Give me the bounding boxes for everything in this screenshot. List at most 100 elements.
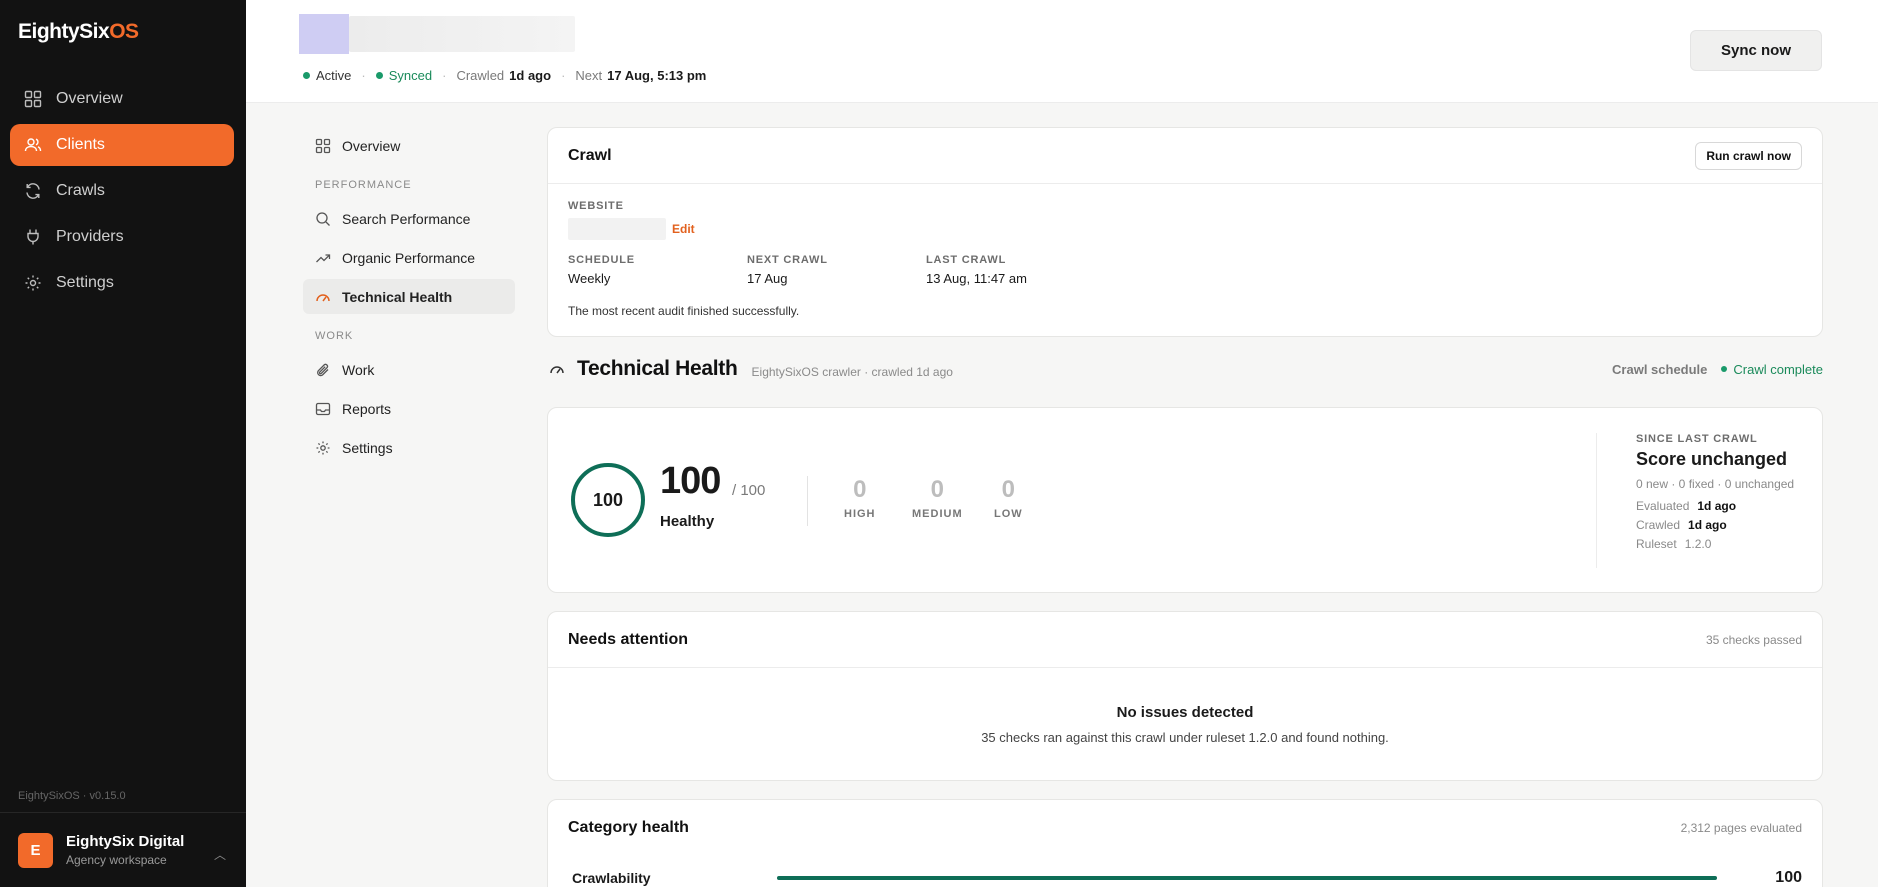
nav-label: Providers xyxy=(56,228,124,245)
nav-item-clients[interactable]: Clients xyxy=(10,124,234,166)
score-max: / 100 xyxy=(732,482,766,499)
last-crawl-label: LAST CRAWL xyxy=(926,254,1007,266)
subnav-item-search-performance[interactable]: Search Performance xyxy=(303,201,515,236)
medium-count: 0 xyxy=(930,476,944,503)
crawl-card: Crawl Run crawl now WEBSITE Edit SCHEDUL… xyxy=(547,127,1823,337)
brand-logo[interactable]: EightySixOS xyxy=(18,20,139,44)
nav-label: Overview xyxy=(56,90,123,107)
crawled-label: Crawled xyxy=(1636,518,1681,532)
technical-health-heading: Technical Health EightySixOS crawler · c… xyxy=(547,351,1823,387)
score-ring: 100 xyxy=(571,463,645,537)
crawl-schedule-row: SCHEDULE Weekly NEXT CRAWL 17 Aug LAST C… xyxy=(568,254,1802,286)
pages-evaluated-count: 2,312 pages evaluated xyxy=(1680,821,1802,835)
subnav-label: Reports xyxy=(342,400,392,417)
subnav-label: Settings xyxy=(342,439,393,456)
medium-label: MEDIUM xyxy=(912,508,963,520)
sync-now-button[interactable]: Sync now xyxy=(1690,30,1822,71)
score-value: 100 xyxy=(660,460,721,502)
next-label: Next xyxy=(575,68,603,83)
severity-low: 0 LOW xyxy=(994,476,1023,520)
app-version: EightySixOS · v0.15.0 xyxy=(18,790,126,802)
subnav-item-settings[interactable]: Settings xyxy=(303,430,515,465)
evaluated-row: Evaluated 1d ago xyxy=(1636,499,1794,513)
category-row: Crawlability 100 xyxy=(548,856,1822,887)
crawl-complete-label: Crawl complete xyxy=(1733,361,1823,377)
technical-health-actions: Crawl schedule Crawl complete xyxy=(1612,362,1823,377)
checks-passed-count: 35 checks passed xyxy=(1705,632,1802,647)
empty-state-title: No issues detected xyxy=(1116,703,1254,721)
last-crawl-value: 13 Aug, 11:47 am xyxy=(926,271,1027,286)
nav-label: Crawls xyxy=(56,182,105,199)
low-count: 0 xyxy=(1001,476,1016,503)
refresh-icon xyxy=(26,183,40,199)
subnav-item-overview[interactable]: Overview xyxy=(303,128,515,163)
workspace-name: EightySix Digital xyxy=(66,833,185,850)
subnav-label: Technical Health xyxy=(342,288,453,305)
evaluated-label: Evaluated xyxy=(1636,499,1690,513)
users-icon xyxy=(24,138,42,152)
subnav-section-performance: PERFORMANCE xyxy=(315,179,412,191)
run-crawl-button[interactable]: Run crawl now xyxy=(1695,141,1802,170)
main-nav: Overview Clients Crawls Providers Settin… xyxy=(10,78,234,308)
last-crawl-column: LAST CRAWL 13 Aug, 11:47 am xyxy=(926,254,1105,286)
since-headline: Score unchanged xyxy=(1636,449,1788,469)
needs-attention-title: Needs attention xyxy=(568,630,689,648)
nav-item-providers[interactable]: Providers xyxy=(10,216,234,258)
plug-icon xyxy=(27,229,39,245)
subnav-item-work[interactable]: Work xyxy=(303,352,515,387)
category-bar-fill xyxy=(777,876,1718,880)
synced-status-dot xyxy=(375,72,383,79)
workspace-switcher[interactable]: E EightySix Digital Agency workspace ︿ xyxy=(0,812,246,887)
sidebar: EightySixOS Overview Clients Crawls Prov… xyxy=(0,0,246,887)
search-icon xyxy=(316,211,330,226)
brand-accent: OS xyxy=(109,20,139,43)
crawl-status-note: The most recent audit finished successfu… xyxy=(568,304,800,318)
category-bar-track xyxy=(777,876,1718,880)
subnav-item-reports[interactable]: Reports xyxy=(303,391,515,426)
subnav-label: Work xyxy=(342,361,375,378)
website-url-redacted xyxy=(568,218,666,240)
category-health-card: Category health 2,312 pages evaluated Cr… xyxy=(547,799,1823,887)
crawl-card-header: Crawl Run crawl now xyxy=(548,128,1822,184)
status-active: Active xyxy=(316,68,352,83)
workspace-subtitle: Agency workspace xyxy=(66,853,167,867)
brand-name: EightySix xyxy=(18,20,110,43)
ruleset-row: Ruleset 1.2.0 xyxy=(1636,537,1794,551)
nav-item-crawls[interactable]: Crawls xyxy=(10,170,234,212)
gauge-icon xyxy=(550,366,564,374)
since-last-crawl: SINCE LAST CRAWL Score unchanged 0 new ·… xyxy=(1636,433,1794,551)
crawl-card-body: WEBSITE Edit SCHEDULE Weekly NEXT CRAWL … xyxy=(548,184,1822,336)
category-score: 100 xyxy=(1775,869,1802,886)
subnav-item-organic-performance[interactable]: Organic Performance xyxy=(303,240,515,275)
subnav-label: Overview xyxy=(342,137,401,154)
high-count: 0 xyxy=(853,476,867,503)
divider xyxy=(1596,433,1597,568)
main-content: Crawl Run crawl now WEBSITE Edit SCHEDUL… xyxy=(547,127,1823,887)
separator: · xyxy=(361,68,366,83)
subnav-label: Search Performance xyxy=(342,210,471,227)
score-card: 100 100 / 100 Healthy 0 HIGH 0 MEDIUM 0 … xyxy=(547,407,1823,593)
client-header: Active · Synced · Crawled 1d ago · Next 17… xyxy=(246,0,1878,103)
schedule-label: SCHEDULE xyxy=(568,254,635,266)
status-synced: Synced xyxy=(388,68,433,83)
since-label: SINCE LAST CRAWL xyxy=(1636,433,1758,445)
edit-website-link[interactable]: Edit xyxy=(672,222,695,236)
page-title: Technical Health xyxy=(577,357,738,380)
needs-attention-card: Needs attention 35 checks passed No issu… xyxy=(547,611,1823,781)
client-logo xyxy=(299,14,349,54)
nav-item-overview[interactable]: Overview xyxy=(10,78,234,120)
crawl-card-title: Crawl xyxy=(568,146,612,164)
crawled-value: 1d ago xyxy=(1688,518,1727,532)
nav-item-settings[interactable]: Settings xyxy=(10,262,234,304)
gear-icon xyxy=(316,441,330,454)
crawler-info: EightySixOS crawler · crawled 1d ago xyxy=(751,364,953,379)
grid-icon xyxy=(315,138,331,153)
gear-icon xyxy=(25,275,41,291)
website-label: WEBSITE xyxy=(568,200,624,212)
client-name-redacted xyxy=(349,16,575,52)
subnav-item-technical-health[interactable]: Technical Health xyxy=(303,279,515,314)
crawl-schedule-link[interactable]: Crawl schedule xyxy=(1612,362,1707,377)
status-dot xyxy=(1721,366,1728,372)
grid-icon xyxy=(24,90,42,108)
active-status-dot xyxy=(303,72,310,79)
